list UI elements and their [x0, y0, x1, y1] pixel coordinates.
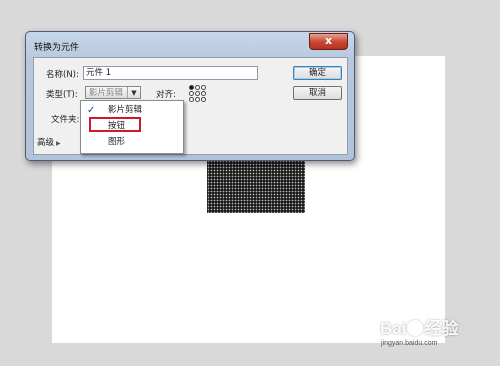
registration-point-bottom-left[interactable]: [189, 97, 194, 102]
triangle-right-icon: ▶: [56, 140, 61, 147]
advanced-toggle[interactable]: 高级 ▶: [37, 136, 61, 148]
registration-point-bottom-center[interactable]: [195, 97, 200, 102]
menu-item-label: 影片剪辑: [108, 105, 143, 115]
close-button[interactable]: x: [309, 33, 348, 50]
watermark-text-right: 经验: [424, 319, 459, 338]
paw-icon: [407, 320, 424, 336]
registration-point-middle-left[interactable]: [189, 91, 194, 96]
checkmark-icon: ✓: [87, 105, 96, 116]
highlight-annotation: [89, 117, 141, 132]
chevron-down-icon[interactable]: ▼: [127, 87, 140, 98]
name-label: 名称(N):: [46, 70, 79, 80]
folder-label: 文件夹:: [51, 115, 80, 125]
type-select-value: 影片剪辑: [89, 88, 124, 98]
menu-item-label: 图形: [108, 137, 126, 147]
name-input[interactable]: 元件 1: [83, 66, 258, 80]
registration-point-bottom-right[interactable]: [201, 97, 206, 102]
selected-shape[interactable]: [207, 160, 305, 213]
registration-point-top-center[interactable]: [195, 85, 200, 90]
type-label: 类型(T):: [46, 90, 78, 100]
type-select[interactable]: 影片剪辑 ▼: [85, 86, 141, 99]
cancel-button[interactable]: 取消: [293, 86, 342, 100]
baidu-jingyan-watermark: Bai 经验 jingyan.baidu.com: [378, 312, 488, 356]
watermark-text-left: Bai: [380, 319, 407, 338]
registration-point-top-right[interactable]: [201, 85, 206, 90]
registration-point-top-left[interactable]: [189, 85, 194, 90]
dialog-title: 转换为元件: [34, 43, 80, 53]
registration-grid[interactable]: [189, 85, 206, 102]
ok-button[interactable]: 确定: [293, 66, 342, 80]
convert-to-symbol-dialog: 转换为元件 x 名称(N): 元件 1 类型(T): 影片剪辑 ▼ 对齐: 文件…: [25, 31, 355, 161]
advanced-label: 高级: [37, 138, 55, 148]
registration-point-middle-right[interactable]: [201, 91, 206, 96]
align-label: 对齐:: [156, 90, 176, 100]
registration-point-center[interactable]: [195, 91, 200, 96]
close-icon: x: [324, 34, 333, 47]
watermark-logo: Bai 经验: [380, 314, 458, 339]
menu-item-movie-clip[interactable]: ✓ 影片剪辑: [81, 103, 183, 118]
watermark-url: jingyan.baidu.com: [381, 340, 438, 347]
menu-item-graphic[interactable]: 图形: [81, 135, 183, 150]
